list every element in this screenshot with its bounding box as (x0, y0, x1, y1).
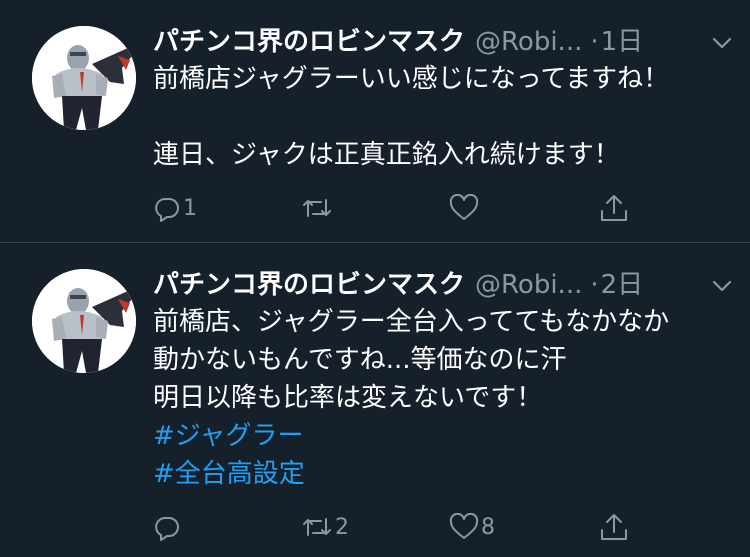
tweet-text-line: 前橋店、ジャグラー全台入っててもなかなか (153, 307, 670, 337)
tweet-text-line: 前橋店ジャグラーいい感じになってますね！ (153, 64, 670, 94)
tweet-text-line: 連日、ジャクは正真正銘入れ続けます！ (153, 140, 620, 170)
retweet-icon (303, 518, 331, 536)
tweet-text: 前橋店、ジャグラー全台入っててもなかなか 動かないもんですね...等価なのに汗 … (153, 303, 733, 493)
share-button[interactable] (599, 188, 629, 228)
retweet-count: 2 (335, 514, 349, 540)
tweet-actions: 2 8 (153, 507, 653, 547)
masked-wrestler-avatar-icon (32, 26, 136, 130)
separator-dot: · (590, 27, 599, 57)
share-icon (601, 514, 627, 540)
tweet[interactable]: パチンコ界のロビンマスク @Robi... ·1日 前橋店ジャグラーいい感じになって… (0, 0, 750, 242)
chevron-down-icon[interactable] (711, 32, 733, 54)
heart-icon (449, 513, 479, 539)
display-name[interactable]: パチンコ界のロビンマスク (153, 27, 465, 57)
handle[interactable]: @Robi... (475, 270, 582, 300)
timeline: パチンコ界のロビンマスク @Robi... ·1日 前橋店ジャグラーいい感じになって… (0, 0, 750, 557)
like-button[interactable]: 8 (449, 507, 495, 547)
tweet-header: パチンコ界のロビンマスク @Robi... ·1日 (153, 22, 733, 62)
tweet-text-line (153, 98, 733, 136)
reply-count: 1 (183, 195, 197, 221)
reply-button[interactable]: 1 (153, 188, 197, 228)
avatar[interactable] (32, 26, 136, 130)
reply-icon (155, 198, 179, 222)
hashtag-link[interactable]: #全台高設定 (153, 455, 733, 493)
like-count: 8 (481, 514, 495, 540)
tweet-text-line: 明日以降も比率は変えないです！ (153, 383, 543, 413)
retweet-button[interactable] (301, 188, 335, 228)
handle[interactable]: @Robi... (475, 27, 582, 57)
avatar[interactable] (32, 269, 136, 373)
masked-wrestler-avatar-icon (32, 269, 136, 373)
chevron-down-icon[interactable] (711, 275, 733, 297)
retweet-button[interactable]: 2 (301, 507, 349, 547)
timestamp[interactable]: 2日 (601, 270, 644, 300)
tweet-text: 前橋店ジャグラーいい感じになってますね！ 連日、ジャクは正真正銘入れ続けます！ (153, 60, 733, 174)
tweet-actions: 1 (153, 188, 653, 228)
retweet-icon (303, 199, 331, 217)
heart-icon (449, 194, 479, 220)
share-button[interactable] (599, 507, 629, 547)
tweet-text-line: 動かないもんですね...等価なのに汗 (153, 345, 567, 375)
hashtag-link[interactable]: #ジャグラー (153, 417, 733, 455)
display-name[interactable]: パチンコ界のロビンマスク (153, 270, 465, 300)
reply-button[interactable] (153, 507, 183, 547)
tweet[interactable]: パチンコ界のロビンマスク @Robi... ·2日 前橋店、ジャグラー全台入ってても… (0, 243, 750, 557)
reply-icon (155, 517, 179, 541)
like-button[interactable] (449, 188, 481, 228)
share-icon (601, 195, 627, 221)
separator-dot: · (590, 270, 599, 300)
timestamp[interactable]: 1日 (601, 27, 644, 57)
tweet-header: パチンコ界のロビンマスク @Robi... ·2日 (153, 265, 733, 305)
